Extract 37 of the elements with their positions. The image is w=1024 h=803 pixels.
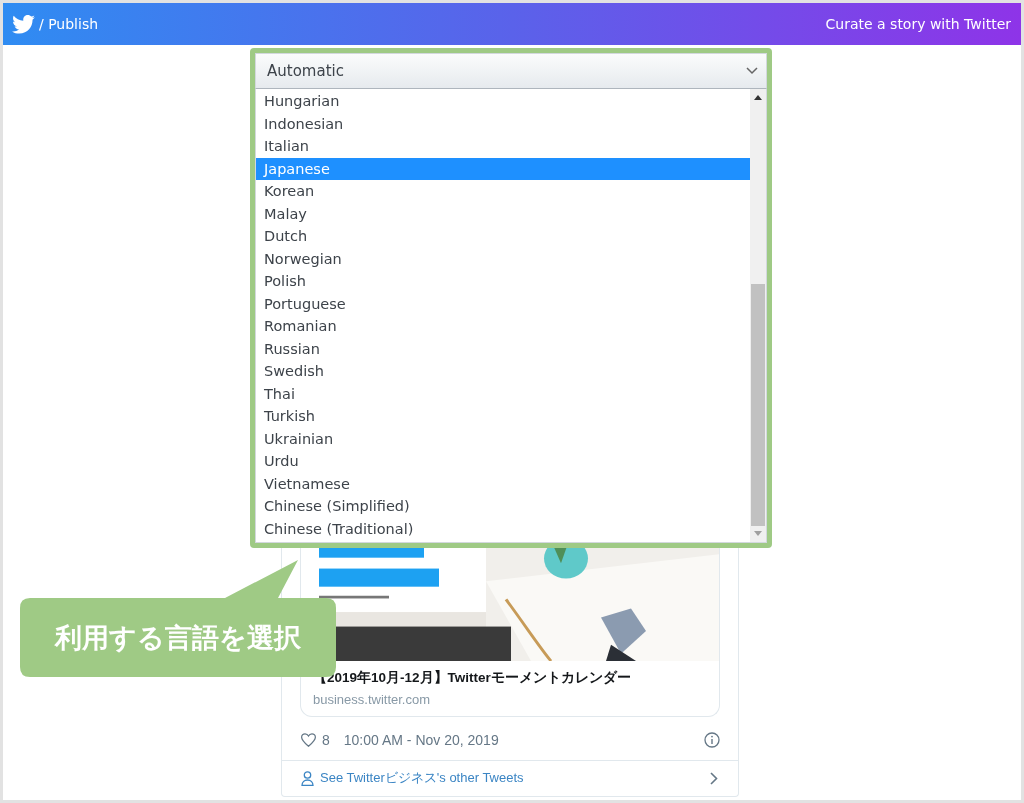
language-option[interactable]: Malay [256,202,750,225]
language-option[interactable]: Urdu [256,450,750,473]
bird-icon [12,14,35,34]
callout-text: 利用する言語を選択 [55,620,301,655]
language-option[interactable]: Portuguese [256,292,750,315]
info-icon[interactable] [704,732,720,748]
chevron-down-icon [746,67,758,75]
language-option[interactable]: Turkish [256,405,750,428]
language-option[interactable]: Ukrainian [256,427,750,450]
tweet-timestamp[interactable]: 10:00 AM - Nov 20, 2019 [343,732,698,748]
language-option[interactable]: Italian [256,135,750,158]
scroll-down-icon[interactable] [754,531,762,537]
scrollbar[interactable] [750,89,766,542]
language-option[interactable]: Hungarian [256,90,750,113]
language-option[interactable]: Dutch [256,225,750,248]
language-option[interactable]: Chinese (Traditional) [256,517,750,540]
link-card-domain: business.twitter.com [313,692,432,707]
language-option[interactable]: Norwegian [256,247,750,270]
language-select[interactable]: Automatic [255,53,767,89]
language-option[interactable]: Chinese (Simplified) [256,495,750,518]
language-option[interactable]: Swedish [256,360,750,383]
person-icon [301,770,314,786]
scroll-up-icon[interactable] [754,94,762,100]
other-tweets-link[interactable]: See Twitterビジネス's other Tweets [320,769,704,787]
scrollbar-thumb[interactable] [751,284,765,526]
chevron-right-icon[interactable] [710,771,718,785]
language-option[interactable]: Korean [256,180,750,203]
language-option[interactable]: Vietnamese [256,472,750,495]
like-count: 8 [322,732,330,748]
language-option[interactable]: Polish [256,270,750,293]
language-option[interactable]: Thai [256,382,750,405]
heart-icon[interactable] [301,733,316,747]
language-option[interactable]: Russian [256,337,750,360]
breadcrumb-title[interactable]: / Publish [39,16,99,32]
language-option[interactable]: Romanian [256,315,750,338]
language-option[interactable]: Indonesian [256,112,750,135]
header-tagline: Curate a story with Twitter [825,16,1011,32]
